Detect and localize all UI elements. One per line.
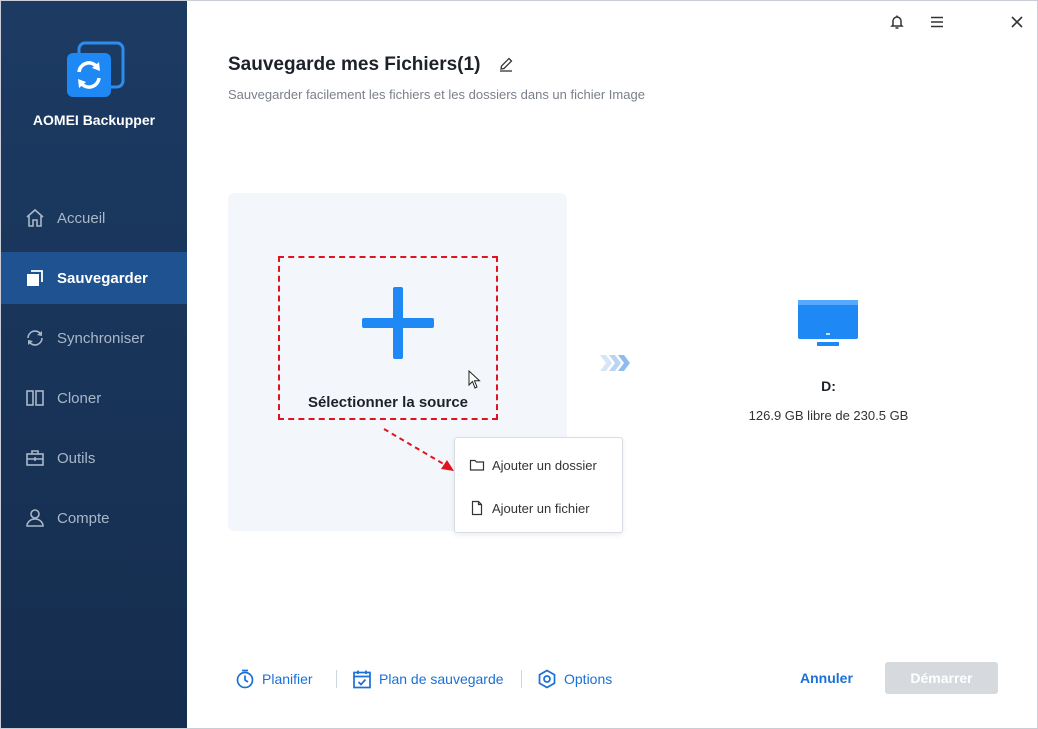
options-button[interactable]: Options xyxy=(537,668,612,690)
menu-icon xyxy=(931,16,943,28)
add-file-menu-item[interactable]: Ajouter un fichier xyxy=(455,490,622,526)
page-subtitle: Sauvegarder facilement les fichiers et l… xyxy=(228,87,645,102)
separator xyxy=(336,670,337,688)
sidebar-item-label: Outils xyxy=(57,449,96,467)
app-name: AOMEI Backupper xyxy=(32,112,156,128)
sidebar-item-cloner[interactable]: Cloner xyxy=(1,372,187,424)
close-icon xyxy=(1011,16,1023,28)
sidebar-item-compte[interactable]: Compte xyxy=(1,492,187,544)
edit-icon[interactable] xyxy=(498,56,514,72)
sidebar: AOMEI Backupper Accueil Sauvegarder Sync… xyxy=(1,1,187,728)
destination-space-label: 126.9 GB libre de 230.5 GB xyxy=(748,408,909,423)
backup-plan-button[interactable]: Plan de sauvegarde xyxy=(352,668,504,690)
add-folder-menu-item[interactable]: Ajouter un dossier xyxy=(455,447,622,483)
sidebar-item-label: Compte xyxy=(57,509,110,527)
file-icon xyxy=(471,500,483,516)
mouse-cursor-icon xyxy=(468,370,481,389)
source-menu: Ajouter un dossier Ajouter un fichier xyxy=(454,437,623,533)
sidebar-item-label: Synchroniser xyxy=(57,329,145,347)
backup-icon xyxy=(25,268,45,288)
main-menu-button[interactable] xyxy=(926,11,948,33)
add-folder-label: Ajouter un dossier xyxy=(492,457,597,473)
sidebar-item-synchroniser[interactable]: Synchroniser xyxy=(1,312,187,364)
sidebar-item-outils[interactable]: Outils xyxy=(1,432,187,484)
notification-button[interactable] xyxy=(886,11,908,33)
sidebar-item-accueil[interactable]: Accueil xyxy=(1,192,187,244)
sidebar-item-label: Cloner xyxy=(57,389,102,407)
bell-icon xyxy=(890,15,904,29)
clone-icon xyxy=(25,388,45,408)
app-window: AOMEI Backupper Accueil Sauvegarder Sync… xyxy=(0,0,1038,729)
select-source-label: Sélectionner la source xyxy=(307,394,469,411)
double-chevron-right-icon xyxy=(600,355,630,371)
sidebar-item-label: Sauvegarder xyxy=(57,269,148,287)
page-title: Sauvegarde mes Fichiers(1) xyxy=(228,54,481,75)
destination-monitor-icon[interactable] xyxy=(797,300,859,350)
folder-icon xyxy=(469,459,485,471)
sidebar-nav: Accueil Sauvegarder Synchroniser Cloner xyxy=(1,192,187,552)
sync-icon xyxy=(25,328,45,348)
cancel-button[interactable]: Annuler xyxy=(800,670,853,686)
calendar-icon xyxy=(353,670,371,689)
clock-icon xyxy=(236,669,254,689)
close-button[interactable] xyxy=(1006,11,1028,33)
schedule-label: Planifier xyxy=(262,671,313,687)
home-icon xyxy=(25,208,45,228)
sidebar-item-sauvegarder[interactable]: Sauvegarder xyxy=(1,252,187,304)
start-button[interactable]: Démarrer xyxy=(885,662,998,694)
backup-plan-label: Plan de sauvegarde xyxy=(379,671,504,687)
options-label: Options xyxy=(564,671,613,687)
red-arrow-icon xyxy=(383,428,454,471)
separator xyxy=(521,670,522,688)
add-file-label: Ajouter un fichier xyxy=(492,500,590,516)
account-icon xyxy=(25,508,45,528)
schedule-button[interactable]: Planifier xyxy=(235,668,313,690)
plus-icon xyxy=(362,287,434,359)
gear-icon xyxy=(538,669,556,689)
destination-drive-label: D: xyxy=(821,378,836,394)
app-logo-icon xyxy=(67,41,125,97)
tools-icon xyxy=(25,448,45,468)
sidebar-item-label: Accueil xyxy=(57,209,106,227)
